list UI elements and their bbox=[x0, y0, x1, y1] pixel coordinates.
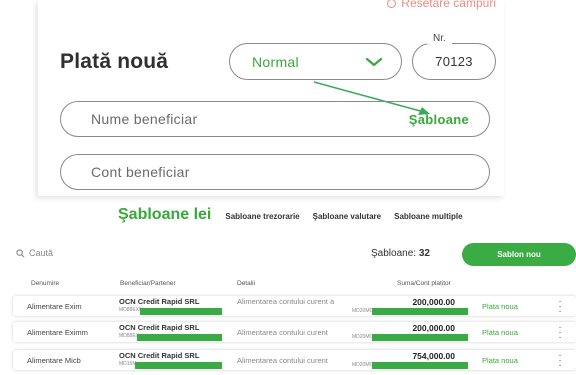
row-account: MD20MO bbox=[352, 308, 374, 314]
redaction-mask bbox=[372, 362, 468, 369]
search-input[interactable]: Caută bbox=[16, 248, 53, 258]
beneficiary-account-field[interactable]: Cont beneficiar bbox=[60, 154, 490, 190]
row-beneficiary-code: MD15M bbox=[119, 361, 137, 367]
templates-count-label: Şabloane: bbox=[371, 248, 417, 259]
column-header-beneficiary: Beneficiar/Partener bbox=[120, 280, 176, 287]
row-amount: 754,000.00 bbox=[412, 351, 455, 361]
templates-toolbar: Caută Şabloane: 32 Sablon nou bbox=[0, 243, 576, 267]
column-header-name: Denumire bbox=[31, 280, 60, 287]
row-new-payment-link[interactable]: Plata noua bbox=[482, 356, 518, 365]
beneficiary-name-field[interactable]: Nume beneficiar Şabloane bbox=[60, 101, 490, 137]
beneficiary-name-placeholder: Nume beneficiar bbox=[91, 111, 198, 127]
payment-number-field[interactable]: 70123 bbox=[412, 43, 496, 80]
column-header-amount: Suma/Cont platitor bbox=[397, 280, 451, 287]
row-details: Alimentarea contului curent bbox=[237, 328, 328, 337]
template-tabs: Şabloane lei Sabloane trezorarie Şabloan… bbox=[118, 206, 476, 224]
search-icon bbox=[16, 248, 25, 257]
more-vertical-icon[interactable]: · · · bbox=[558, 351, 562, 371]
row-name: Alimentare Micb bbox=[27, 356, 81, 365]
redaction-mask bbox=[137, 334, 222, 341]
templates-link[interactable]: Şabloane bbox=[409, 112, 469, 127]
table-row[interactable]: Alimentare Micb OCN Credit Rapid SRL MD1… bbox=[13, 350, 576, 371]
payment-number-label: Nr. bbox=[427, 33, 452, 44]
chevron-down-icon bbox=[365, 57, 383, 66]
row-amount: 200,000.00 bbox=[412, 297, 455, 307]
redaction-mask bbox=[372, 308, 468, 315]
reset-icon bbox=[387, 0, 397, 9]
row-beneficiary-code: MD88EX0 bbox=[119, 307, 142, 313]
page-title: Plată nouă bbox=[60, 50, 169, 73]
payment-number-value: 70123 bbox=[435, 54, 473, 69]
redaction-mask bbox=[140, 308, 222, 315]
redaction-mask bbox=[135, 362, 222, 369]
row-account: MD20MO bbox=[352, 362, 374, 368]
beneficiary-account-placeholder: Cont beneficiar bbox=[91, 164, 190, 180]
row-details: Alimentarea contului curent a bbox=[237, 297, 335, 306]
row-beneficiary: OCN Credit Rapid SRL bbox=[119, 297, 200, 306]
redaction-mask bbox=[372, 334, 468, 341]
templates-count: Şabloane: 32 bbox=[371, 248, 430, 259]
row-name: Alimentare Exim bbox=[27, 302, 82, 311]
new-payment-form: Resetare câmpuri Plată nouă Normal 70123… bbox=[38, 0, 504, 196]
row-beneficiary-code: MD88EX bbox=[119, 333, 140, 339]
tab-sabloane-valutare[interactable]: Şabloane valutare bbox=[313, 212, 381, 221]
row-beneficiary: OCN Credit Rapid SRL bbox=[119, 351, 200, 360]
row-new-payment-link[interactable]: Plata noua bbox=[482, 302, 518, 311]
row-details: Alimentarea contului curent bbox=[237, 356, 328, 365]
tab-sabloane-multiple[interactable]: Sabloane multiple bbox=[394, 212, 462, 221]
row-amount: 200,000.00 bbox=[412, 323, 455, 333]
more-vertical-icon[interactable]: · · · bbox=[558, 297, 562, 317]
row-new-payment-link[interactable]: Plata noua bbox=[482, 328, 518, 337]
row-account: MD20MO bbox=[352, 334, 374, 340]
more-vertical-icon[interactable]: · · · bbox=[558, 323, 562, 343]
row-beneficiary: OCN Credit Rapid SRL bbox=[119, 323, 200, 332]
templates-count-value: 32 bbox=[418, 248, 430, 259]
table-row[interactable]: Alimentare Eximm OCN Credit Rapid SRL MD… bbox=[13, 322, 576, 343]
row-name: Alimentare Eximm bbox=[27, 328, 88, 337]
column-header-details: Detalii bbox=[237, 280, 256, 287]
table-row[interactable]: Alimentare Exim OCN Credit Rapid SRL MD8… bbox=[13, 296, 576, 317]
tab-sabloane-trezorarie[interactable]: Sabloane trezorarie bbox=[225, 212, 299, 221]
reset-fields-label: Resetare câmpuri bbox=[401, 0, 496, 10]
search-placeholder: Caută bbox=[29, 248, 54, 258]
tab-sabloane-lei[interactable]: Şabloane lei bbox=[118, 206, 211, 224]
payment-type-value: Normal bbox=[252, 53, 299, 70]
payment-type-select[interactable]: Normal bbox=[229, 43, 402, 80]
reset-fields-link[interactable]: Resetare câmpuri bbox=[387, 0, 496, 10]
new-template-button[interactable]: Sablon nou bbox=[462, 243, 576, 266]
